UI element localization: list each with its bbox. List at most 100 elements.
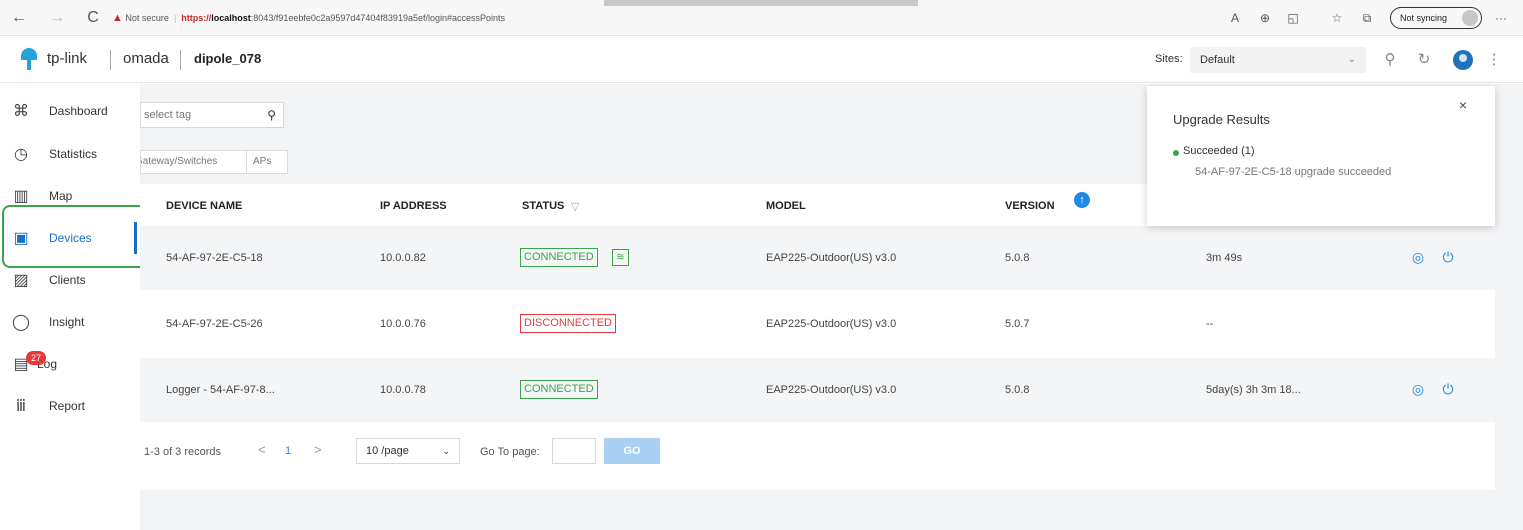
previous-page-icon[interactable]: < — [258, 442, 266, 457]
chevron-down-icon: ⌄ — [1347, 54, 1356, 65]
ip-address: 10.0.0.76 — [380, 318, 426, 330]
filter-icon[interactable]: ▽ — [571, 200, 579, 213]
model: EAP225-Outdoor(US) v3.0 — [766, 252, 897, 264]
url-host: localhost — [211, 13, 251, 23]
sidebar-item-log[interactable]: ▤ Log — [0, 344, 140, 386]
model: EAP225-Outdoor(US) v3.0 — [766, 384, 897, 396]
back-icon[interactable]: ← — [10, 9, 28, 27]
browser-toolbar: ← → C ▲ Not secure | https://localhost:804… — [0, 0, 1523, 36]
filter-aps[interactable]: APs — [253, 151, 271, 173]
sidebar-item-label: Map — [49, 189, 73, 203]
version: 5.0.7 — [1005, 318, 1030, 330]
sidebar-item-label: Statistics — [49, 147, 98, 161]
sidebar-item-report[interactable]: ⅲ Report — [0, 386, 140, 428]
sidebar: ⌘ Dashboard ◷ Statistics ▥ Map ▣ Devices… — [0, 84, 140, 530]
close-icon[interactable]: × — [1456, 98, 1470, 112]
statistics-icon: ◷ — [14, 146, 28, 163]
uptime: 3m 49s — [1206, 252, 1243, 264]
column-header-model[interactable]: MODEL — [766, 200, 806, 212]
chevron-down-icon: ⌄ — [442, 446, 450, 456]
status-badge: DISCONNECTED — [520, 314, 617, 333]
profile-avatar — [1462, 10, 1478, 26]
sync-label: Not syncing — [1400, 13, 1448, 23]
favorites-icon[interactable]: ☆ — [1328, 9, 1346, 27]
go-button[interactable]: GO — [604, 438, 660, 464]
uptime: -- — [1206, 318, 1214, 330]
model: EAP225-Outdoor(US) v3.0 — [766, 318, 897, 330]
upgrade-results-popup: Upgrade Results × Succeeded (1) 54-AF-97… — [1147, 86, 1495, 226]
browser-menu-icon[interactable]: ··· — [1492, 9, 1510, 27]
forward-icon[interactable]: → — [48, 9, 66, 27]
locate-icon[interactable]: ◎ — [1410, 249, 1426, 265]
status-badge: CONNECTED — [520, 380, 598, 399]
more-menu-icon[interactable]: ⋮ — [1484, 50, 1504, 70]
next-page-icon[interactable]: > — [314, 442, 322, 457]
log-count-badge: 27 — [26, 351, 46, 365]
warning-icon: ▲ — [112, 12, 123, 24]
goto-page-input[interactable] — [552, 438, 596, 464]
read-aloud-icon[interactable]: A — [1226, 9, 1244, 27]
upgrade-all-icon[interactable]: ↑ — [1074, 192, 1090, 208]
devices-highlight-annotation — [2, 205, 156, 268]
device-type-filter: Gateway/Switches APs — [140, 150, 288, 174]
version: 5.0.8 — [1005, 384, 1030, 396]
controller-name: dipole_078 — [194, 51, 262, 66]
product-name: omada — [123, 50, 169, 67]
sidebar-item-dashboard[interactable]: ⌘ Dashboard — [0, 91, 140, 133]
sidebar-item-label: Report — [49, 399, 86, 413]
sidebar-item-statistics[interactable]: ◷ Statistics — [0, 134, 140, 176]
ip-address: 10.0.0.78 — [380, 384, 426, 396]
logo-divider — [110, 50, 111, 70]
search-icon[interactable]: ⚲ — [267, 103, 276, 127]
column-header-version[interactable]: VERSION — [1005, 200, 1055, 212]
records-count: 1-3 of 3 records — [144, 446, 222, 458]
reload-icon[interactable]: C — [84, 9, 102, 27]
success-dot-icon — [1173, 150, 1179, 156]
device-name[interactable]: 54-AF-97-2E-C5-18 — [166, 252, 263, 264]
tag-select-input[interactable]: select tag ⚲ — [140, 102, 284, 128]
page-size-select[interactable]: 10 /page ⌄ — [356, 438, 460, 464]
page-number-button[interactable]: 1 — [279, 442, 297, 460]
tag-placeholder: select tag — [144, 109, 192, 121]
filter-gateway-switches[interactable]: Gateway/Switches — [141, 151, 247, 173]
sidebar-item-label: Clients — [49, 273, 86, 287]
upgrade-detail: 54-AF-97-2E-C5-18 upgrade succeeded — [1195, 166, 1392, 178]
wifi-icon: ≋ — [612, 249, 629, 266]
not-secure-label: Not secure — [125, 13, 169, 23]
address-bar[interactable]: ▲ Not secure | https://localhost:8043/f91e… — [112, 6, 1192, 30]
tplink-logo-icon — [21, 48, 37, 70]
page-size-value: 10 /page — [366, 445, 409, 457]
ip-address: 10.0.0.82 — [380, 252, 426, 264]
goto-page-label: Go To page: — [480, 446, 540, 458]
succeeded-count: Succeeded (1) — [1183, 145, 1255, 157]
device-name[interactable]: Logger - 54-AF-97-8... — [166, 384, 275, 396]
sidebar-item-label: Insight — [49, 315, 85, 329]
site-value: Default — [1200, 54, 1235, 66]
sidebar-item-insight[interactable]: ◯ Insight — [0, 302, 140, 344]
dashboard-icon: ⌘ — [13, 103, 29, 120]
collections-icon[interactable]: ⧉ — [1358, 9, 1376, 27]
site-select[interactable]: Default ⌄ — [1190, 47, 1366, 73]
sync-button[interactable]: Not syncing — [1390, 7, 1482, 29]
column-header-status[interactable]: STATUS — [522, 200, 564, 212]
insight-icon: ◯ — [12, 314, 30, 331]
locate-icon[interactable]: ◎ — [1410, 381, 1426, 397]
column-header-ip-address[interactable]: IP ADDRESS — [380, 200, 447, 212]
map-icon: ▥ — [13, 188, 29, 205]
url-path: :8043/f91eebfe0c2a9597d47404f83919a5ef/l… — [250, 13, 506, 23]
app-header: tp-link omada dipole_078 Sites: Default … — [0, 36, 1523, 83]
extensions-icon[interactable]: ◱ — [1284, 9, 1302, 27]
column-header-device-name[interactable]: DEVICE NAME — [166, 200, 242, 212]
refresh-icon[interactable]: ↻ — [1414, 50, 1434, 70]
search-icon[interactable]: ⚲ — [1380, 50, 1400, 70]
user-avatar[interactable] — [1453, 50, 1473, 70]
zoom-icon[interactable]: ⊕ — [1256, 9, 1274, 27]
brand-name: tp-link — [47, 50, 88, 67]
status-badge: CONNECTED — [520, 248, 598, 267]
power-icon[interactable]: ⏻ — [1440, 249, 1456, 265]
power-icon[interactable]: ⏻ — [1440, 381, 1456, 397]
device-name[interactable]: 54-AF-97-2E-C5-26 — [166, 318, 263, 330]
url-scheme: https:// — [181, 13, 212, 23]
sidebar-item-label: Dashboard — [49, 104, 108, 118]
sites-label: Sites: — [1155, 53, 1183, 65]
